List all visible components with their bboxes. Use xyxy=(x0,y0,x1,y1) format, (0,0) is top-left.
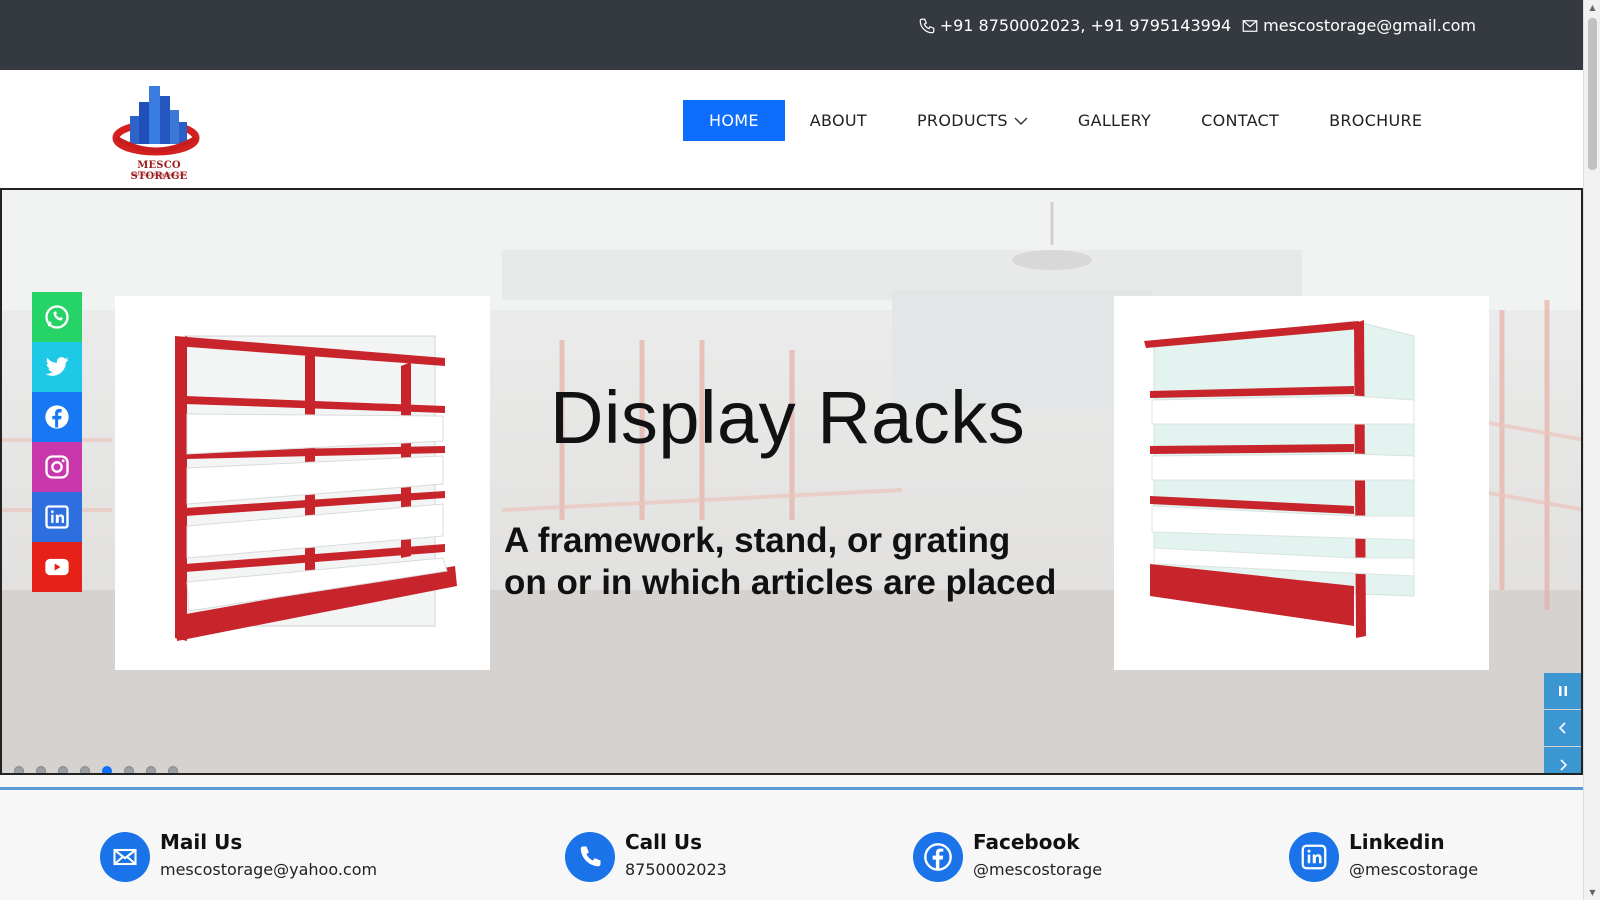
nav-brochure[interactable]: BROCHURE xyxy=(1304,100,1447,141)
slider-pause-button[interactable] xyxy=(1544,673,1581,709)
scrollbar-thumb[interactable] xyxy=(1588,18,1597,170)
facebook-icon xyxy=(45,405,69,429)
slide-dot-1[interactable] xyxy=(14,766,24,773)
instagram-link[interactable] xyxy=(32,442,82,492)
linkedin-icon xyxy=(1289,832,1339,882)
nav-contact-label: CONTACT xyxy=(1201,111,1280,130)
twitter-link[interactable] xyxy=(32,342,82,392)
slide-dot-5[interactable] xyxy=(102,766,112,773)
nav-about-label: ABOUT xyxy=(809,111,867,130)
hero-title: Display Racks xyxy=(550,376,1026,459)
facebook-link[interactable] xyxy=(32,392,82,442)
instagram-icon xyxy=(45,455,69,479)
contact-info-strip: Mail Us mescostorage@yahoo.com Call Us 8… xyxy=(0,790,1583,900)
nav-brochure-label: BROCHURE xyxy=(1329,111,1423,130)
linkedin-link[interactable] xyxy=(32,492,82,542)
youtube-icon xyxy=(45,558,69,576)
top-contact-bar: +91 8750002023, +91 9795143994 mescostor… xyxy=(0,0,1583,70)
top-email[interactable]: mescostorage@gmail.com xyxy=(1263,16,1476,35)
scroll-up-arrow-icon[interactable]: ▲ xyxy=(1587,2,1598,13)
slide-dot-6[interactable] xyxy=(124,766,134,773)
brand-name: MESCO STORAGE xyxy=(130,160,188,182)
contact-mail[interactable]: Mail Us mescostorage@yahoo.com xyxy=(100,830,377,882)
contact-mail-title: Mail Us xyxy=(160,830,243,854)
whatsapp-link[interactable] xyxy=(32,292,82,342)
slider-pagination xyxy=(14,766,178,773)
contact-facebook-title: Facebook xyxy=(973,830,1080,854)
logo-graphic xyxy=(112,86,200,156)
contact-call[interactable]: Call Us 8750002023 xyxy=(565,830,727,882)
contact-facebook-value[interactable]: @mescostorage xyxy=(973,860,1102,879)
contact-mail-value[interactable]: mescostorage@yahoo.com xyxy=(160,860,377,879)
page-scrollbar[interactable]: ▲ ▼ xyxy=(1583,0,1600,900)
slide-dot-7[interactable] xyxy=(146,766,156,773)
nav-contact[interactable]: CONTACT xyxy=(1176,100,1304,141)
chevron-left-icon xyxy=(1558,722,1566,734)
display-rack-image-left xyxy=(115,296,490,670)
nav-products[interactable]: PRODUCTS xyxy=(892,100,1053,141)
contact-call-value[interactable]: 8750002023 xyxy=(625,860,727,879)
contact-linkedin-title: Linkedin xyxy=(1349,830,1445,854)
slide-dot-4[interactable] xyxy=(80,766,90,773)
mail-icon xyxy=(100,832,150,882)
twitter-icon xyxy=(45,357,69,376)
youtube-link[interactable] xyxy=(32,542,82,592)
display-rack-image-right xyxy=(1114,296,1489,670)
contact-linkedin[interactable]: Linkedin @mescostorage xyxy=(1289,830,1478,882)
chevron-down-icon xyxy=(1014,116,1028,126)
slider-next-button[interactable] xyxy=(1544,747,1581,773)
contact-facebook[interactable]: Facebook @mescostorage xyxy=(913,830,1102,882)
scroll-down-arrow-icon[interactable]: ▼ xyxy=(1587,887,1598,898)
nav-gallery-label: GALLERY xyxy=(1077,111,1152,130)
nav-about[interactable]: ABOUT xyxy=(785,100,892,141)
site-header: MESCO STORAGE One Stop Storage Solutions… xyxy=(0,70,1583,190)
slide-dot-8[interactable] xyxy=(168,766,178,773)
brand-tagline: One Stop Storage Solutions xyxy=(131,172,187,177)
nav-home-label: HOME xyxy=(709,111,759,130)
facebook-icon xyxy=(913,832,963,882)
pause-icon xyxy=(1558,686,1567,696)
top-contact-info: +91 8750002023, +91 9795143994 mescostor… xyxy=(918,16,1476,35)
contact-linkedin-value[interactable]: @mescostorage xyxy=(1349,860,1478,879)
nav-home[interactable]: HOME xyxy=(683,100,785,141)
chevron-right-icon xyxy=(1559,759,1567,771)
envelope-icon xyxy=(1241,17,1259,35)
slider-prev-button[interactable] xyxy=(1544,710,1581,746)
slide-dot-3[interactable] xyxy=(58,766,68,773)
hero-subtitle-line1: A framework, stand, or grating xyxy=(504,521,1011,560)
hero-subtitle: A framework, stand, or grating on or in … xyxy=(504,520,1124,604)
top-phone-numbers[interactable]: +91 8750002023, +91 9795143994 xyxy=(940,16,1231,35)
brand-logo[interactable]: MESCO STORAGE One Stop Storage Solutions xyxy=(108,80,210,182)
hero-slider[interactable]: Display Racks A framework, stand, or gra… xyxy=(0,190,1583,775)
phone-icon xyxy=(918,17,936,35)
hero-subtitle-line2: on or in which articles are placed xyxy=(504,563,1057,602)
main-nav: HOME ABOUT PRODUCTS GALLERY CONTACT BROC… xyxy=(683,100,1447,141)
social-floating-bar xyxy=(32,292,82,592)
contact-call-title: Call Us xyxy=(625,830,702,854)
whatsapp-icon xyxy=(45,305,69,329)
slide-dot-2[interactable] xyxy=(36,766,46,773)
nav-products-label: PRODUCTS xyxy=(916,111,1008,130)
linkedin-icon xyxy=(45,505,69,529)
nav-gallery[interactable]: GALLERY xyxy=(1053,100,1176,141)
phone-icon xyxy=(565,832,615,882)
